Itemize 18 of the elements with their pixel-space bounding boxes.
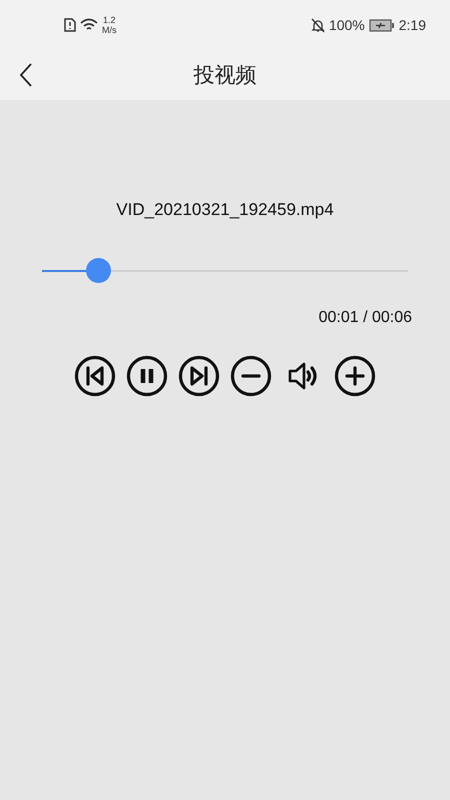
minus-button[interactable] [230, 355, 272, 397]
speed-value: 1.2 [102, 15, 116, 25]
clock-time: 2:19 [398, 17, 426, 33]
battery-percent: 100% [328, 17, 365, 33]
plus-button[interactable] [334, 355, 376, 397]
wifi-icon [80, 18, 98, 32]
chevron-left-icon[interactable] [18, 62, 34, 88]
sim-card-icon [64, 18, 76, 32]
previous-button[interactable] [74, 355, 116, 397]
page-title: 投视频 [194, 62, 256, 89]
battery-icon [368, 18, 395, 32]
speed-unit: M/s [102, 25, 116, 35]
slider-thumb[interactable] [86, 258, 111, 283]
playback-time: 00:01 / 00:06 [318, 309, 412, 327]
file-name: VID_20210321_192459.mp4 [115, 200, 335, 220]
pause-button[interactable] [126, 355, 168, 397]
next-button[interactable] [178, 355, 220, 397]
bell-off-icon [310, 18, 325, 32]
